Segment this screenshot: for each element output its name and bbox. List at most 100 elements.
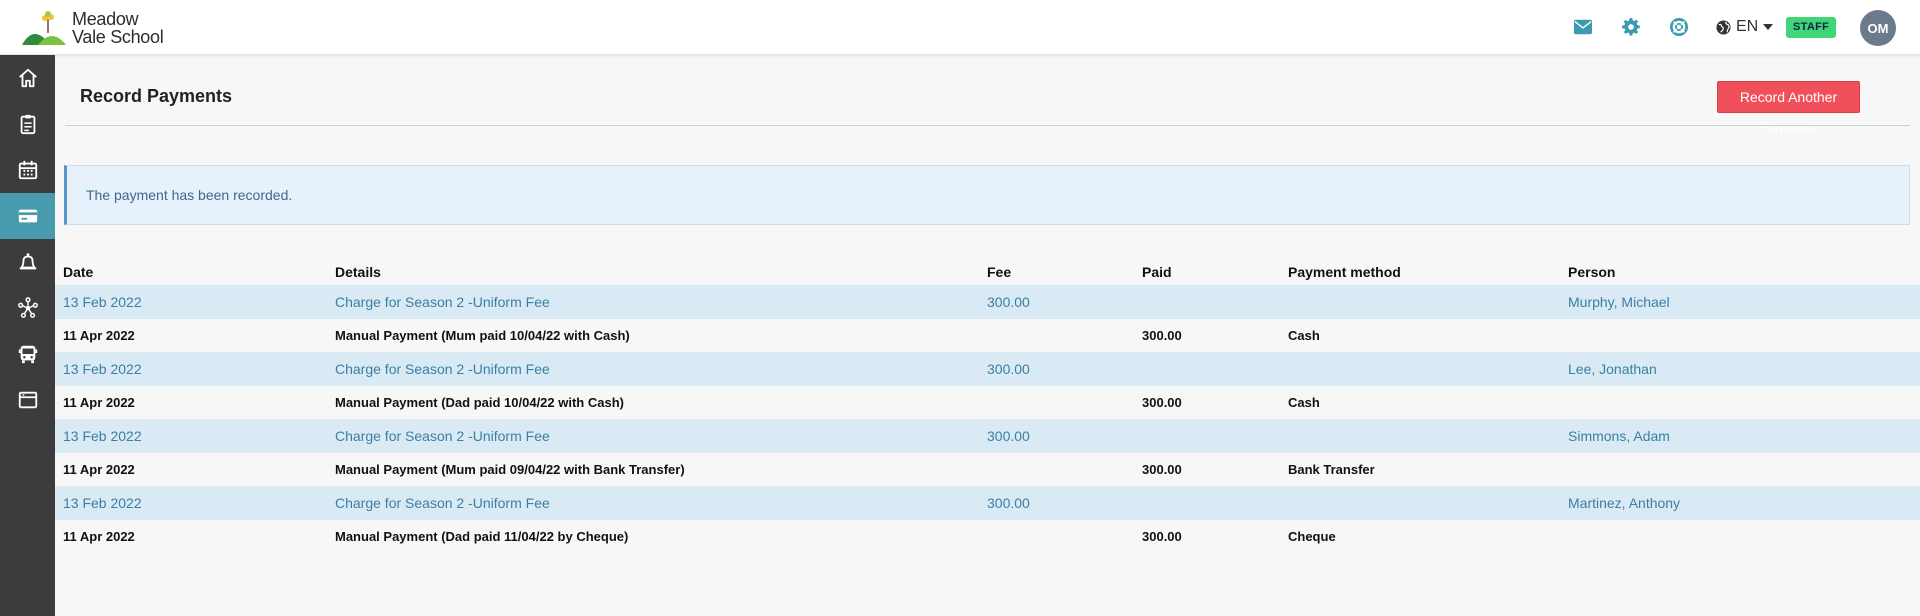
cell-method (1288, 419, 1568, 453)
column-header-person[interactable]: Person (1568, 255, 1920, 285)
user-avatar[interactable]: OM (1860, 10, 1896, 46)
browser-window-icon (18, 391, 37, 409)
table-row[interactable]: 11 Apr 2022 Manual Payment (Mum paid 09/… (55, 452, 1920, 486)
table-row[interactable]: 13 Feb 2022 Charge for Season 2 -Uniform… (55, 419, 1920, 453)
cell-details: Charge for Season 2 -Uniform Fee (335, 486, 987, 520)
cell-method: Cash (1288, 318, 1568, 352)
cell-paid (1142, 352, 1288, 386)
divider (65, 125, 1910, 126)
gear-icon[interactable] (1619, 15, 1643, 39)
lifebuoy-icon[interactable] (1667, 15, 1691, 39)
cell-details: Manual Payment (Mum paid 10/04/22 with C… (335, 318, 987, 352)
cell-person (1568, 519, 1920, 553)
cell-details: Charge for Season 2 -Uniform Fee (335, 352, 987, 386)
clipboard-icon (20, 114, 35, 135)
cell-person: Murphy, Michael (1568, 285, 1920, 319)
cell-date: 13 Feb 2022 (55, 419, 335, 453)
column-header-payment-method[interactable]: Payment method (1288, 255, 1568, 285)
cell-paid: 300.00 (1142, 318, 1288, 352)
sidebar-item-network[interactable] (0, 285, 55, 331)
table-row[interactable]: 11 Apr 2022 Manual Payment (Mum paid 10/… (55, 318, 1920, 352)
cell-fee (987, 519, 1142, 553)
cell-paid (1142, 285, 1288, 319)
mail-icon[interactable] (1571, 15, 1595, 39)
network-icon (17, 297, 38, 318)
calendar-icon (18, 160, 37, 180)
cell-method: Cheque (1288, 519, 1568, 553)
cell-paid: 300.00 (1142, 452, 1288, 486)
table-row[interactable]: 13 Feb 2022 Charge for Season 2 -Uniform… (55, 285, 1920, 319)
cell-paid (1142, 419, 1288, 453)
sidebar-item-calendar[interactable] (0, 147, 55, 193)
cell-paid: 300.00 (1142, 519, 1288, 553)
sidebar-item-payments[interactable] (0, 193, 55, 239)
sidebar-item-transport[interactable] (0, 331, 55, 377)
column-header-details[interactable]: Details (335, 255, 987, 285)
sidebar-item-home[interactable] (0, 55, 55, 101)
cell-person: Lee, Jonathan (1568, 352, 1920, 386)
role-badge: STAFF (1786, 17, 1837, 38)
column-header-fee[interactable]: Fee (987, 255, 1142, 285)
chevron-down-icon (1763, 24, 1774, 30)
success-alert: The payment has been recorded. (64, 165, 1910, 225)
cell-fee (987, 318, 1142, 352)
school-name: Meadow Vale School (72, 9, 164, 47)
column-header-paid[interactable]: Paid (1142, 255, 1288, 285)
table-row[interactable]: 13 Feb 2022 Charge for Season 2 -Uniform… (55, 352, 1920, 386)
bell-icon (19, 253, 36, 270)
cell-date: 11 Apr 2022 (55, 385, 335, 419)
language-selector[interactable]: EN (1716, 15, 1774, 39)
table-row[interactable]: 13 Feb 2022 Charge for Season 2 -Uniform… (55, 486, 1920, 520)
cell-person: Simmons, Adam (1568, 419, 1920, 453)
cell-method: Cash (1288, 385, 1568, 419)
top-bar: Meadow Vale School EN STAFF OM (0, 0, 1920, 55)
cell-person: Martinez, Anthony (1568, 486, 1920, 520)
cell-date: 11 Apr 2022 (55, 452, 335, 486)
cell-fee (987, 385, 1142, 419)
record-another-payment-button[interactable]: Record Another Payment (1717, 81, 1860, 135)
cell-person (1568, 385, 1920, 419)
cell-date: 13 Feb 2022 (55, 486, 335, 520)
cell-method (1288, 486, 1568, 520)
language-label: EN (1736, 18, 1759, 35)
credit-card-icon (18, 209, 37, 223)
logo-hills-icon (22, 11, 66, 45)
bus-icon (18, 345, 37, 364)
cell-fee: 300.00 (987, 419, 1142, 453)
cell-fee: 300.00 (987, 285, 1142, 319)
cell-details: Manual Payment (Dad paid 11/04/22 by Che… (335, 519, 987, 553)
sidebar-item-tasks[interactable] (0, 101, 55, 147)
cell-date: 11 Apr 2022 (55, 519, 335, 553)
cell-person (1568, 318, 1920, 352)
payments-table: Date Details Fee Paid Payment method Per… (55, 255, 1920, 553)
table-row[interactable]: 11 Apr 2022 Manual Payment (Dad paid 11/… (55, 519, 1920, 553)
school-logo[interactable]: Meadow Vale School (20, 7, 164, 49)
main-content: Record Payments Record Another Payment T… (55, 55, 1920, 616)
column-header-date[interactable]: Date (55, 255, 335, 285)
cell-fee: 300.00 (987, 486, 1142, 520)
cell-paid (1142, 486, 1288, 520)
sidebar-item-notifications[interactable] (0, 239, 55, 285)
cell-fee: 300.00 (987, 352, 1142, 386)
cell-details: Charge for Season 2 -Uniform Fee (335, 419, 987, 453)
cell-method: Bank Transfer (1288, 452, 1568, 486)
school-name-line2: Vale School (72, 27, 164, 47)
cell-person (1568, 452, 1920, 486)
globe-icon (1716, 19, 1731, 35)
cell-date: 11 Apr 2022 (55, 318, 335, 352)
school-name-line1: Meadow (72, 9, 139, 29)
cell-fee (987, 452, 1142, 486)
cell-paid: 300.00 (1142, 385, 1288, 419)
sidebar (0, 55, 55, 616)
page-title: Record Payments (80, 86, 233, 106)
sidebar-item-window[interactable] (0, 377, 55, 423)
home-icon (18, 68, 37, 88)
cell-details: Manual Payment (Dad paid 10/04/22 with C… (335, 385, 987, 419)
table-row[interactable]: 11 Apr 2022 Manual Payment (Dad paid 10/… (55, 385, 1920, 419)
cell-date: 13 Feb 2022 (55, 352, 335, 386)
cell-details: Manual Payment (Mum paid 09/04/22 with B… (335, 452, 987, 486)
cell-date: 13 Feb 2022 (55, 285, 335, 319)
cell-method (1288, 285, 1568, 319)
table-header-row: Date Details Fee Paid Payment method Per… (55, 255, 1920, 285)
cell-details: Charge for Season 2 -Uniform Fee (335, 285, 987, 319)
